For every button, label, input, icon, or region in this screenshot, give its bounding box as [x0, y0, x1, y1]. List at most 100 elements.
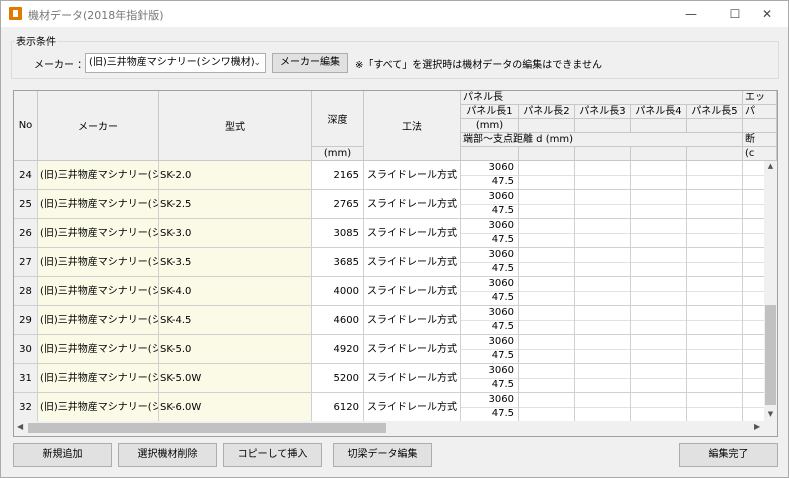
minimize-button[interactable]: —	[669, 1, 713, 27]
empty-cell[interactable]	[519, 277, 575, 306]
empty-cell[interactable]	[519, 190, 575, 219]
depth-cell[interactable]: 2765	[312, 190, 364, 219]
empty-cell[interactable]	[519, 364, 575, 393]
method-cell[interactable]: スライドレール方式	[364, 219, 461, 248]
panel-length-1-cell[interactable]: 3060 47.5	[461, 248, 519, 277]
depth-cell[interactable]: 4000	[312, 277, 364, 306]
empty-cell[interactable]	[631, 306, 687, 335]
maker-cell[interactable]: (旧)三井物産マシナリー(シンワ機材)	[38, 393, 159, 422]
depth-cell[interactable]: 5200	[312, 364, 364, 393]
panel-length-1-cell[interactable]: 3060 47.5	[461, 277, 519, 306]
model-cell[interactable]: SK-2.0	[159, 161, 312, 190]
maker-cell[interactable]: (旧)三井物産マシナリー(シンワ機材)	[38, 335, 159, 364]
depth-cell[interactable]: 2165	[312, 161, 364, 190]
empty-cell[interactable]	[687, 190, 743, 219]
model-cell[interactable]: SK-5.0	[159, 335, 312, 364]
row-number[interactable]: 24	[14, 161, 38, 190]
horizontal-scrollbar[interactable]: ◀ ▶	[14, 421, 764, 436]
empty-cell[interactable]	[575, 364, 631, 393]
copy-insert-button[interactable]: コピーして挿入	[223, 443, 322, 467]
row-number[interactable]: 32	[14, 393, 38, 422]
method-cell[interactable]: スライドレール方式	[364, 335, 461, 364]
row-number[interactable]: 26	[14, 219, 38, 248]
maker-cell[interactable]: (旧)三井物産マシナリー(シンワ機材)	[38, 306, 159, 335]
empty-cell[interactable]	[575, 393, 631, 422]
panel-length-1-cell[interactable]: 3060 47.5	[461, 306, 519, 335]
empty-cell[interactable]	[687, 364, 743, 393]
empty-cell[interactable]	[575, 335, 631, 364]
model-cell[interactable]: SK-3.0	[159, 219, 312, 248]
row-number[interactable]: 31	[14, 364, 38, 393]
table-row[interactable]: 27(旧)三井物産マシナリー(シンワ機材)SK-3.53685スライドレール方式…	[14, 248, 777, 277]
model-cell[interactable]: SK-4.5	[159, 306, 312, 335]
table-row[interactable]: 31(旧)三井物産マシナリー(シンワ機材)SK-5.0W5200スライドレール方…	[14, 364, 777, 393]
row-number[interactable]: 28	[14, 277, 38, 306]
panel-length-1-cell[interactable]: 3060 47.5	[461, 161, 519, 190]
scroll-up-icon[interactable]: ▲	[764, 162, 777, 170]
panel-length-1-cell[interactable]: 3060 47.5	[461, 219, 519, 248]
table-row[interactable]: 29(旧)三井物産マシナリー(シンワ機材)SK-4.54600スライドレール方式…	[14, 306, 777, 335]
empty-cell[interactable]	[687, 306, 743, 335]
depth-cell[interactable]: 4600	[312, 306, 364, 335]
edit-complete-button[interactable]: 編集完了	[679, 443, 778, 467]
depth-cell[interactable]: 3685	[312, 248, 364, 277]
empty-cell[interactable]	[687, 335, 743, 364]
empty-cell[interactable]	[631, 364, 687, 393]
empty-cell[interactable]	[687, 393, 743, 422]
table-row[interactable]: 25(旧)三井物産マシナリー(シンワ機材)SK-2.52765スライドレール方式…	[14, 190, 777, 219]
vertical-scroll-thumb[interactable]	[765, 305, 776, 405]
table-row[interactable]: 32(旧)三井物産マシナリー(シンワ機材)SK-6.0W6120スライドレール方…	[14, 393, 777, 422]
empty-cell[interactable]	[575, 248, 631, 277]
empty-cell[interactable]	[631, 219, 687, 248]
panel-length-1-cell[interactable]: 3060 47.5	[461, 335, 519, 364]
table-row[interactable]: 30(旧)三井物産マシナリー(シンワ機材)SK-5.04920スライドレール方式…	[14, 335, 777, 364]
maker-select[interactable]: (旧)三井物産マシナリー(シンワ機材) ⌄	[85, 53, 266, 73]
table-row[interactable]: 24(旧)三井物産マシナリー(シンワ機材)SK-2.02165スライドレール方式…	[14, 161, 777, 190]
panel-length-1-cell[interactable]: 3060 47.5	[461, 190, 519, 219]
empty-cell[interactable]	[519, 335, 575, 364]
empty-cell[interactable]	[631, 393, 687, 422]
empty-cell[interactable]	[575, 277, 631, 306]
maker-cell[interactable]: (旧)三井物産マシナリー(シンワ機材)	[38, 364, 159, 393]
maker-cell[interactable]: (旧)三井物産マシナリー(シンワ機材)	[38, 161, 159, 190]
empty-cell[interactable]	[631, 190, 687, 219]
empty-cell[interactable]	[575, 161, 631, 190]
row-number[interactable]: 25	[14, 190, 38, 219]
method-cell[interactable]: スライドレール方式	[364, 248, 461, 277]
model-cell[interactable]: SK-3.5	[159, 248, 312, 277]
maker-cell[interactable]: (旧)三井物産マシナリー(シンワ機材)	[38, 190, 159, 219]
table-row[interactable]: 28(旧)三井物産マシナリー(シンワ機材)SK-4.04000スライドレール方式…	[14, 277, 777, 306]
method-cell[interactable]: スライドレール方式	[364, 393, 461, 422]
empty-cell[interactable]	[519, 248, 575, 277]
row-number[interactable]: 29	[14, 306, 38, 335]
scroll-right-icon[interactable]: ▶	[754, 422, 760, 431]
vertical-scrollbar[interactable]: ▲ ▼	[764, 161, 777, 421]
empty-cell[interactable]	[631, 248, 687, 277]
model-cell[interactable]: SK-2.5	[159, 190, 312, 219]
panel-length-1-cell[interactable]: 3060 47.5	[461, 364, 519, 393]
empty-cell[interactable]	[687, 161, 743, 190]
method-cell[interactable]: スライドレール方式	[364, 364, 461, 393]
equipment-data-grid[interactable]: No メーカー 型式 深度 (mm) 工法 パネル長 エッ パネル長1 パネル長…	[13, 90, 778, 437]
depth-cell[interactable]: 4920	[312, 335, 364, 364]
table-row[interactable]: 26(旧)三井物産マシナリー(シンワ機材)SK-3.03085スライドレール方式…	[14, 219, 777, 248]
method-cell[interactable]: スライドレール方式	[364, 190, 461, 219]
method-cell[interactable]: スライドレール方式	[364, 161, 461, 190]
empty-cell[interactable]	[687, 219, 743, 248]
maker-cell[interactable]: (旧)三井物産マシナリー(シンワ機材)	[38, 277, 159, 306]
depth-cell[interactable]: 3085	[312, 219, 364, 248]
empty-cell[interactable]	[631, 161, 687, 190]
empty-cell[interactable]	[687, 277, 743, 306]
empty-cell[interactable]	[519, 161, 575, 190]
maker-edit-button[interactable]: メーカー編集	[272, 53, 348, 73]
model-cell[interactable]: SK-4.0	[159, 277, 312, 306]
row-number[interactable]: 27	[14, 248, 38, 277]
method-cell[interactable]: スライドレール方式	[364, 306, 461, 335]
empty-cell[interactable]	[519, 393, 575, 422]
model-cell[interactable]: SK-5.0W	[159, 364, 312, 393]
empty-cell[interactable]	[575, 219, 631, 248]
empty-cell[interactable]	[687, 248, 743, 277]
empty-cell[interactable]	[575, 306, 631, 335]
empty-cell[interactable]	[631, 335, 687, 364]
empty-cell[interactable]	[631, 277, 687, 306]
